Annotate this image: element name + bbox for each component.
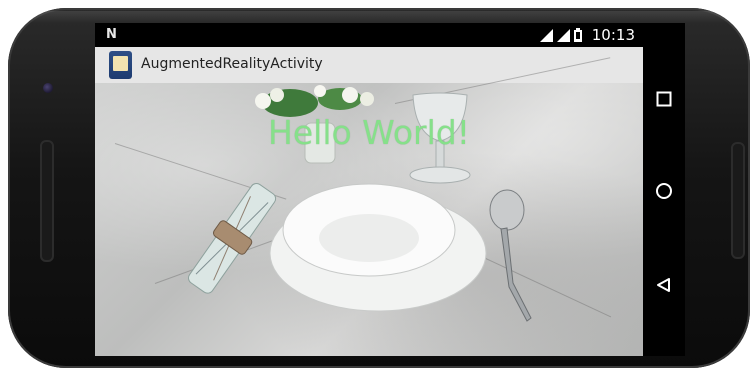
status-clock: 10:13: [591, 26, 635, 44]
app-action-bar: AugmentedRealityActivity: [95, 47, 643, 83]
status-icons: 10:13: [539, 26, 635, 44]
spoon: [489, 189, 532, 322]
speaker-right: [731, 142, 745, 259]
device-screen: N 10:13 AugmentedRealityActivity Hello W…: [95, 23, 643, 356]
front-camera: [43, 83, 53, 93]
status-bar: N 10:13: [95, 23, 643, 47]
home-button[interactable]: [650, 177, 678, 205]
speaker-left: [40, 140, 54, 262]
bezel-highlight: [20, 11, 736, 23]
plate-and-bowl: [269, 183, 487, 312]
napkin: [188, 183, 277, 294]
camera-preview[interactable]: Hello World!: [95, 57, 643, 356]
n-notification-icon: N: [106, 27, 117, 42]
recents-square-icon: [656, 91, 672, 107]
recents-button[interactable]: [650, 85, 678, 113]
cell-signal-icon: [556, 28, 570, 42]
battery-icon: [573, 28, 582, 42]
app-title: AugmentedRealityActivity: [141, 56, 323, 72]
back-triangle-icon: [657, 278, 670, 292]
hello-world-overlay: Hello World!: [268, 113, 470, 152]
back-button[interactable]: [650, 271, 678, 299]
wifi-signal-icon: [539, 28, 553, 42]
app-launcher-icon: [109, 51, 132, 79]
navigation-bar: [643, 23, 685, 356]
home-circle-icon: [656, 183, 672, 199]
